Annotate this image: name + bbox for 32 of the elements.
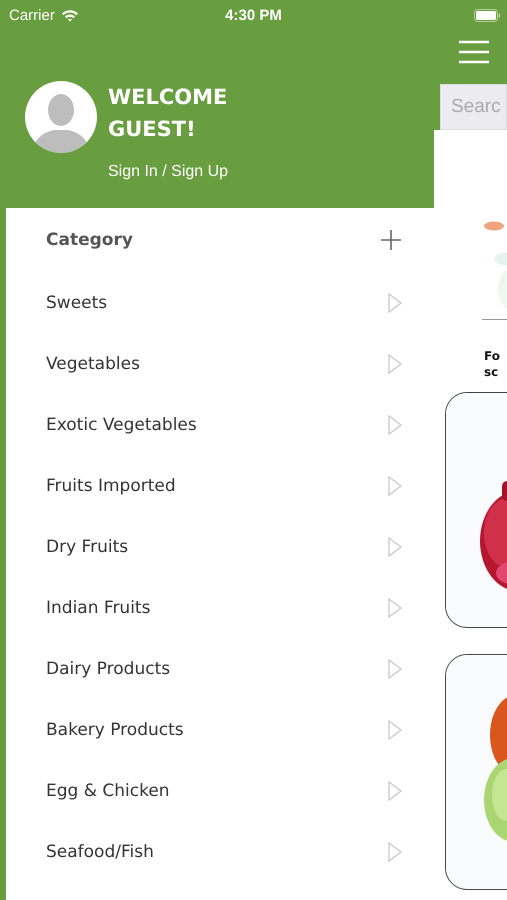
welcome-title: WELCOME GUEST! xyxy=(108,84,228,143)
category-item[interactable]: Dry Fruits xyxy=(46,536,128,556)
chevron-right-icon xyxy=(388,476,402,496)
chevron-right-icon xyxy=(388,780,402,800)
clock-time: 4:30 PM xyxy=(225,6,282,24)
plus-icon[interactable] xyxy=(380,229,402,251)
category-item[interactable]: Egg & Chicken xyxy=(46,780,170,800)
category-item[interactable]: Vegetables xyxy=(46,354,140,374)
category-item[interactable]: Fruits Imported xyxy=(46,476,176,496)
chevron-right-icon xyxy=(388,292,402,312)
chevron-right-icon xyxy=(388,414,402,434)
avatar-icon xyxy=(24,80,98,154)
category-item[interactable]: Indian Fruits xyxy=(46,598,150,618)
chevron-right-icon xyxy=(388,598,402,618)
menu-icon[interactable] xyxy=(458,40,490,64)
wifi-icon xyxy=(60,8,79,22)
category-item[interactable]: Seafood/Fish xyxy=(46,842,154,862)
chevron-right-icon xyxy=(388,536,402,556)
search-field[interactable]: Searc xyxy=(440,84,507,130)
category-item[interactable]: Exotic Vegetables xyxy=(46,414,197,434)
category-item[interactable]: Sweets xyxy=(46,292,108,312)
battery-icon xyxy=(474,8,501,22)
chevron-right-icon xyxy=(388,842,402,862)
category-item[interactable]: Dairy Products xyxy=(46,658,170,678)
chevron-right-icon xyxy=(388,354,402,374)
chevron-right-icon xyxy=(388,720,402,740)
section-heading: sc xyxy=(484,364,500,380)
category-item[interactable]: Bakery Products xyxy=(46,720,184,740)
section-heading: Fo xyxy=(484,348,501,364)
category-heading: Category xyxy=(46,230,133,250)
carrier-label: Carrier xyxy=(9,6,55,24)
chevron-right-icon xyxy=(388,658,402,678)
